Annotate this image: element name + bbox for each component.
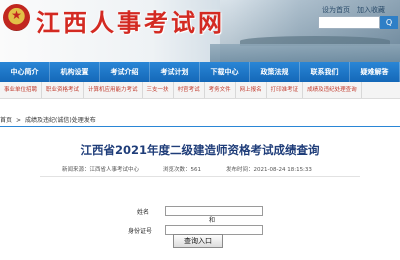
breadcrumb-current[interactable]: 成绩及违纪(诚信)处理发布 — [25, 117, 96, 124]
article-source: 新闻来源：江西省人事考试中心 — [62, 167, 140, 173]
nav-item-faq[interactable]: 疑难解答 — [350, 62, 400, 82]
site-banner: 江西人事考试网 设为首页 加入收藏 Q — [0, 0, 400, 62]
article-title: 江西省2021年度二级建造师资格考试成绩查询 — [80, 143, 320, 157]
id-number-label: 身份证号 — [128, 228, 153, 235]
name-label: 姓名 — [137, 209, 150, 216]
subnav-item-qualification-exam[interactable]: 职业资格考试 — [42, 82, 85, 98]
nav-item-contact[interactable]: 联系我们 — [300, 62, 350, 82]
breadcrumb-divider — [0, 126, 400, 127]
site-title: 江西人事考试网 — [36, 8, 225, 37]
query-entry-button[interactable]: 查询入口 — [173, 234, 223, 248]
search-button[interactable]: Q — [380, 16, 398, 29]
article-views: 浏览次数：561 — [163, 167, 201, 173]
nav-item-organization[interactable]: 机构设置 — [50, 62, 100, 82]
nav-item-downloads[interactable]: 下载中心 — [200, 62, 250, 82]
search-input[interactable] — [318, 16, 380, 29]
subnav-item-print-admission[interactable]: 打印准考证 — [267, 82, 304, 98]
breadcrumb-home[interactable]: 首页 — [0, 117, 12, 124]
nav-item-exam-intro[interactable]: 考试介绍 — [100, 62, 150, 82]
subnav-item-online-registration[interactable]: 网上报名 — [236, 82, 267, 98]
breadcrumb: 首页 > 成绩及违纪(诚信)处理发布 — [0, 115, 400, 125]
subnav-item-village-official[interactable]: 村官考试 — [174, 82, 205, 98]
and-text: 和 — [209, 217, 216, 224]
sub-nav: 事业单位招聘 职业资格考试 计算机应用能力考试 三支一扶 村官考试 考务文件 网… — [0, 82, 400, 99]
breadcrumb-separator: > — [16, 117, 22, 124]
banner-water — [210, 44, 400, 62]
subnav-item-public-recruitment[interactable]: 事业单位招聘 — [0, 82, 43, 98]
article-meta-divider — [40, 176, 360, 177]
article-date: 发布时间：2021-08-24 18:15:33 — [226, 167, 312, 173]
subnav-item-score-query[interactable]: 成绩及违纪处理查询 — [303, 82, 362, 98]
nav-item-exam-plan[interactable]: 考试计划 — [150, 62, 200, 82]
subnav-item-three-supports[interactable]: 三支一扶 — [143, 82, 174, 98]
main-nav: 中心简介 机构设置 考试介绍 考试计划 下载中心 政策法规 联系我们 疑难解答 — [0, 62, 400, 82]
set-homepage-link[interactable]: 设为首页 — [322, 5, 350, 15]
emblem-icon — [3, 4, 30, 31]
nav-item-about[interactable]: 中心简介 — [0, 62, 50, 82]
nav-item-policies[interactable]: 政策法规 — [250, 62, 300, 82]
add-favorite-link[interactable]: 加入收藏 — [357, 5, 385, 15]
subnav-item-exam-documents[interactable]: 考务文件 — [205, 82, 236, 98]
subnav-item-computer-exam[interactable]: 计算机应用能力考试 — [84, 82, 143, 98]
